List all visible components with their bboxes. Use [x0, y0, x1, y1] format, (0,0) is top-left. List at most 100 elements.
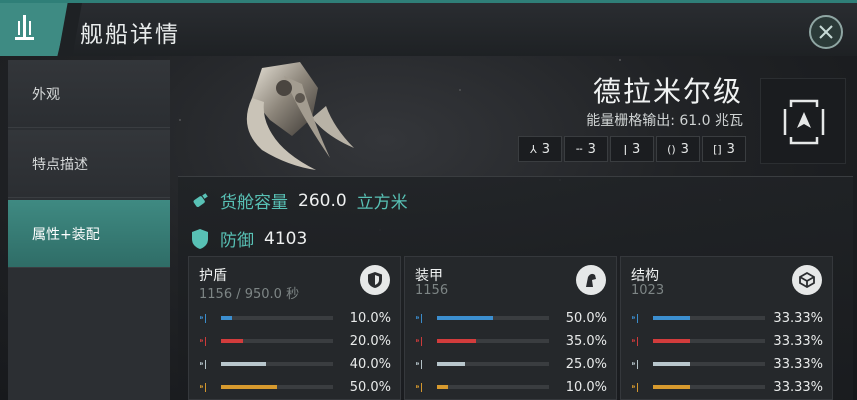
ship-target-button[interactable]: [760, 78, 846, 164]
resist-row-explosive: ⁍ǀ 50.0%: [199, 378, 395, 396]
hardpoint-high-slot: ǀ 3: [610, 136, 654, 162]
hardpoint-count: 3: [726, 141, 735, 157]
page-title: 舰船详情: [80, 22, 180, 48]
sidebar-item-attributes-fitting[interactable]: 属性+装配: [8, 200, 170, 268]
resist-bar-fill: [221, 362, 266, 366]
resist-row-kinetic: ⁍ǀ 33.33%: [631, 355, 827, 373]
resist-value: 33.33%: [773, 356, 823, 372]
layer-structure: 结构 1023 ⁍ǀ 33.33% ⁍ǀ 33.33% ⁍ǀ 33.33% ⁍ǀ…: [620, 256, 833, 400]
thermal-damage-icon: ⁍ǀ: [631, 335, 639, 347]
cargo-label: 货舱容量: [220, 193, 288, 213]
resist-bar-fill: [437, 362, 465, 366]
shield-icon: [192, 228, 208, 249]
thermal-damage-icon: ⁍ǀ: [199, 335, 207, 347]
resist-row-explosive: ⁍ǀ 10.0%: [415, 378, 611, 396]
defense-layers: 护盾 1156 / 950.0 秒 ⁍ǀ 10.0% ⁍ǀ 20.0% ⁍ǀ 4…: [188, 256, 833, 400]
layer-armor: 装甲 1156 ⁍ǀ 50.0% ⁍ǀ 35.0% ⁍ǀ 25.0% ⁍ǀ 10…: [404, 256, 617, 400]
structure-icon: [792, 265, 822, 295]
resist-value: 33.33%: [773, 310, 823, 326]
thermal-damage-icon: ⁍ǀ: [415, 335, 423, 347]
sidebar-item-label: 特点描述: [32, 156, 88, 173]
resist-row-em: ⁍ǀ 50.0%: [415, 309, 611, 327]
explosive-damage-icon: ⁍ǀ: [199, 381, 207, 393]
layer-shield: 护盾 1156 / 950.0 秒 ⁍ǀ 10.0% ⁍ǀ 20.0% ⁍ǀ 4…: [188, 256, 401, 400]
low-slot-icon: []: [713, 142, 722, 156]
shield-icon: [360, 265, 390, 295]
high-slot-icon: ǀ: [623, 142, 627, 156]
resist-value: 10.0%: [565, 379, 607, 395]
close-button[interactable]: [809, 15, 843, 49]
resist-row-thermal: ⁍ǀ 20.0%: [199, 332, 395, 350]
em-damage-icon: ⁍ǀ: [631, 312, 639, 324]
resist-value: 50.0%: [565, 310, 607, 326]
sidebar-item-label: 属性+装配: [32, 226, 100, 243]
resist-row-thermal: ⁍ǀ 33.33%: [631, 332, 827, 350]
layer-hp: 1156 / 950.0 秒: [199, 287, 300, 302]
hardpoint-count: 3: [587, 141, 596, 157]
resist-bar: [437, 362, 549, 366]
resist-bar-fill: [437, 316, 493, 320]
resist-value: 10.0%: [349, 310, 391, 326]
resist-bar: [221, 339, 333, 343]
hardpoint-count: 3: [631, 141, 641, 157]
cargo-capacity: 货舱容量 260.0 立方米: [190, 188, 408, 213]
ship-image: [246, 62, 354, 170]
mid-slot-icon: (): [667, 142, 676, 156]
resist-bar-fill: [653, 339, 691, 343]
layer-hp: 1156: [415, 283, 449, 298]
launcher-icon: ╌: [576, 142, 583, 156]
kinetic-damage-icon: ⁍ǀ: [199, 358, 207, 370]
resist-bar: [437, 385, 549, 389]
resist-row-explosive: ⁍ǀ 33.33%: [631, 378, 827, 396]
layer-hp: 1023: [631, 283, 665, 298]
powergrid-output: 能量栅格输出: 61.0 兆瓦: [586, 113, 743, 129]
resist-value: 20.0%: [349, 333, 391, 349]
resist-value: 50.0%: [349, 379, 391, 395]
close-icon: [819, 25, 833, 39]
resist-bar: [437, 339, 549, 343]
hardpoint-mid-slot: () 3: [656, 136, 700, 162]
defense-total: 防御 4103: [190, 226, 307, 251]
hardpoint-turret: ⅄ 3: [518, 136, 562, 162]
resist-bar-fill: [221, 385, 277, 389]
resist-bar-fill: [437, 385, 449, 389]
cargo-unit: 立方米: [356, 193, 408, 213]
resist-bar: [221, 362, 333, 366]
resist-row-kinetic: ⁍ǀ 25.0%: [415, 355, 611, 373]
kinetic-damage-icon: ⁍ǀ: [631, 358, 639, 370]
ship-name: 德拉米尔级: [592, 75, 743, 108]
resist-row-kinetic: ⁍ǀ 40.0%: [199, 355, 395, 373]
resist-row-thermal: ⁍ǀ 35.0%: [415, 332, 611, 350]
resist-bar: [653, 316, 765, 320]
cargo-value: 260.0: [298, 190, 347, 211]
target-icon: [783, 99, 825, 145]
top-bar: 舰船详情: [0, 0, 857, 56]
sidebar: 外观 特点描述 属性+装配: [8, 60, 170, 400]
sidebar-item-appearance[interactable]: 外观: [8, 60, 170, 128]
resist-value: 40.0%: [349, 356, 391, 372]
turret-icon: ⅄: [529, 142, 537, 156]
explosive-damage-icon: ⁍ǀ: [631, 381, 639, 393]
kinetic-damage-icon: ⁍ǀ: [415, 358, 423, 370]
cargo-icon: [193, 192, 208, 207]
resist-bar-fill: [653, 316, 691, 320]
hardpoint-low-slot: [] 3: [702, 136, 746, 162]
resist-bar-fill: [437, 339, 477, 343]
resist-bar: [221, 316, 333, 320]
resist-value: 25.0%: [565, 356, 607, 372]
sidebar-item-description[interactable]: 特点描述: [8, 130, 170, 198]
layer-title: 结构: [631, 268, 659, 284]
resist-bar-fill: [653, 385, 691, 389]
resist-value: 35.0%: [565, 333, 607, 349]
sidebar-item-label: 外观: [32, 86, 60, 103]
resist-value: 33.33%: [773, 333, 823, 349]
explosive-damage-icon: ⁍ǀ: [415, 381, 423, 393]
hardpoint-list: ⅄ 3 ╌ 3 ǀ 3 () 3 [] 3: [518, 136, 748, 162]
hardpoint-count: 3: [680, 141, 689, 157]
resist-bar: [653, 339, 765, 343]
resist-row-em: ⁍ǀ 33.33%: [631, 309, 827, 327]
defense-value: 4103: [264, 228, 308, 249]
armor-icon: [576, 265, 606, 295]
resist-value: 33.33%: [773, 379, 823, 395]
resist-bar: [653, 385, 765, 389]
